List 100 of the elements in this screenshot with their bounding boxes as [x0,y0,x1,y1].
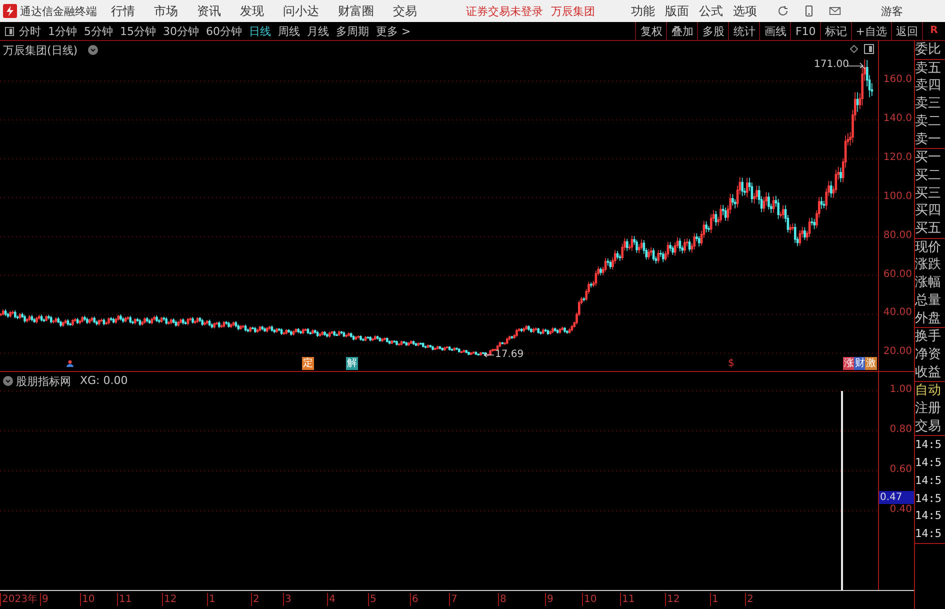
chevron-down-icon[interactable] [3,376,13,386]
axis-label: 9 [545,593,554,606]
period-tab[interactable]: 1分钟 [48,24,77,38]
menu-item[interactable]: 交易 [393,2,417,20]
menu-item[interactable]: 问小达 [283,2,319,20]
axis-label: 120.0 [883,152,912,163]
phone-icon[interactable] [803,5,815,17]
axis-label: 2 [745,593,754,606]
event-marker[interactable]: 涨 [843,357,855,370]
axis-label: 160.0 [883,74,912,85]
period-tab[interactable]: 多周期 [336,24,369,38]
quote-label: 换手 [915,328,942,346]
quote-label: 14:5 [915,508,943,524]
axis-label: 10 [582,593,597,606]
axis-label: 6 [410,593,418,606]
menu-item[interactable]: 公式 [699,2,723,20]
axis-label: 12 [665,593,680,606]
axis-label: 1 [710,593,718,606]
event-marker[interactable]: 财 [854,357,866,370]
diamond-icon[interactable] [850,45,858,53]
app-logo-icon [3,4,17,18]
panel-toggle-icon[interactable] [5,26,14,36]
mail-icon[interactable] [829,5,841,17]
stock-name: 万辰集团 [551,4,595,18]
period-tab[interactable]: 月线 [307,24,329,38]
axis-label: 1.00 [890,384,912,395]
quote-label: 14:5 [915,490,943,507]
quote-label: 14:5 [915,526,943,542]
menu-item[interactable]: 资讯 [197,2,221,20]
axis-label: 0.40 [890,504,912,515]
period-tab[interactable]: 日线 [249,24,271,38]
axis-label: 9 [40,593,48,606]
person-marker-icon [66,360,74,367]
quote-label: 外盘 [915,310,942,328]
menu-item[interactable]: 功能 [631,2,655,20]
quote-label: 现价 [915,238,942,256]
menu-item[interactable]: 版面 [665,2,689,20]
axis-label: 100.0 [883,190,912,202]
axis-label: 4 [327,593,336,606]
period-tab[interactable]: 15分钟 [120,24,156,38]
chart-title: 万辰集团(日线) [3,43,78,58]
indicator-title: 股朋指标网 [16,374,71,389]
quote-label: 卖二 [915,112,942,131]
menu-item[interactable]: 发现 [240,2,264,20]
quote-label: 注册 [915,400,942,418]
user-name[interactable]: 游客 [881,4,903,18]
axis-label: 0.80 [890,424,912,435]
period-tab[interactable]: 60分钟 [206,24,242,38]
period-tab[interactable]: 30分钟 [163,24,199,38]
quote-label: 涨幅 [915,274,942,292]
period-tab[interactable]: 周线 [278,24,300,38]
axis-label: 60.00 [883,268,912,280]
menu-item[interactable]: 选项 [733,2,757,20]
period-tab[interactable]: 5分钟 [84,24,113,38]
axis-label: 40.00 [883,307,912,318]
corner-label: R [922,22,945,40]
menu-item[interactable]: 行情 [111,2,135,20]
leader-line [846,62,866,70]
quote-label: 买五 [915,220,942,238]
quote-label: 买一 [915,149,942,167]
axis-label: 140.0 [883,112,912,124]
menu-item[interactable]: 市场 [154,2,178,20]
quote-label: 总量 [915,292,942,310]
quote-label: 卖四 [915,77,942,96]
low-price-label: 17.69 [495,349,524,360]
quote-label: 委比 [915,41,942,59]
leader-line [484,352,494,358]
axis-label: 80.00 [883,230,912,241]
chevron-down-icon[interactable] [88,45,98,55]
axis-label: 7 [449,593,458,606]
period-tab[interactable]: 更多 > [376,24,411,38]
quote-label: 买二 [915,166,942,185]
quote-label: 自动 [915,382,942,400]
axis-label: 3 [283,593,292,606]
high-price-label: 171.00 [814,59,849,70]
panel-toggle-icon[interactable] [864,44,874,54]
menu-item[interactable]: 财富圈 [338,2,374,20]
quote-label: 14:5 [915,472,943,489]
app-title: 通达信金融终端 [20,4,97,18]
axis-label: 11 [117,593,132,606]
quote-label: 14:5 [915,437,943,454]
current-value-label: 0.47 [879,491,914,504]
indicator-reading: XG: 0.00 [80,374,128,387]
quote-label: 涨跌 [915,256,942,274]
axis-label: 2 [251,593,260,606]
quote-label: 收益 [915,364,942,382]
login-notice: 证券交易未登录 [466,4,543,18]
quote-label: 交易 [915,418,942,436]
quote-label: 卖五 [915,60,942,78]
axis-label: 20.00 [883,346,912,358]
period-tab[interactable]: 分时 [19,24,41,38]
event-marker[interactable]: $ [727,357,736,370]
refresh-icon[interactable] [777,5,789,17]
axis-label: 2023年 [0,593,38,606]
axis-label: 5 [368,593,376,606]
axis-label: 1 [207,593,216,606]
quote-label: 14:5 [915,455,943,472]
axis-label: 0.60 [890,464,912,475]
quote-label: 买三 [915,184,942,202]
axis-label: 11 [620,593,635,606]
